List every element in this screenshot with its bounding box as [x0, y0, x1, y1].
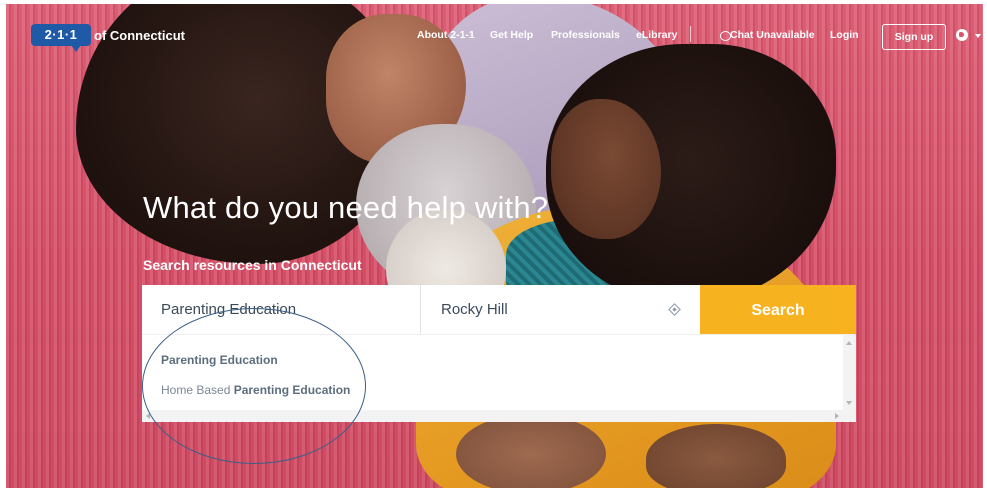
photo-hand-right	[646, 424, 786, 488]
suggestion-match: Parenting Education	[233, 383, 351, 397]
scroll-left-icon[interactable]	[146, 413, 150, 419]
chevron-down-icon[interactable]	[975, 34, 981, 38]
nav-divider	[690, 26, 691, 42]
nav-login[interactable]: Login	[830, 29, 859, 41]
nav-elibrary[interactable]: eLibrary	[636, 29, 677, 41]
photo-face-right	[551, 99, 661, 239]
page-title: What do you need help with?	[143, 190, 549, 225]
nav-get-help[interactable]: Get Help	[490, 29, 533, 41]
scrollbar-corner	[843, 410, 856, 422]
photo-hand-left	[456, 414, 606, 488]
suggestion-dropdown: Parenting Education Home Based Parenting…	[142, 334, 856, 422]
globe-icon[interactable]	[956, 29, 968, 41]
search-subtitle: Search resources in Connecticut	[143, 257, 362, 273]
suggestion-match: Parenting Education	[161, 353, 278, 367]
search-button[interactable]: Search	[700, 285, 856, 334]
logo-badge[interactable]: 2·1·1	[31, 24, 91, 52]
location-input[interactable]: Rocky Hill	[420, 285, 700, 334]
scroll-up-icon[interactable]	[846, 341, 852, 345]
scroll-right-icon[interactable]	[835, 413, 839, 419]
vertical-scrollbar[interactable]	[843, 335, 856, 411]
nav-chat[interactable]: Chat Unavailable	[730, 29, 815, 41]
page: 2·1·1 of Connecticut About 2-1-1 Get Hel…	[0, 0, 987, 491]
search-bar: Rocky Hill Search	[142, 285, 856, 334]
nav-about[interactable]: About 2-1-1	[417, 29, 475, 41]
suggestion-prefix: Home Based	[161, 383, 234, 397]
site-header: 2·1·1 of Connecticut About 2-1-1 Get Hel…	[6, 4, 983, 64]
search-input[interactable]	[142, 285, 420, 334]
scroll-down-icon[interactable]	[846, 401, 852, 405]
signup-button[interactable]: Sign up	[882, 24, 946, 50]
suggestion-item[interactable]: Parenting Education	[161, 353, 278, 367]
nav-professionals[interactable]: Professionals	[551, 29, 620, 41]
logo-text[interactable]: of Connecticut	[94, 28, 185, 43]
suggestion-item[interactable]: Home Based Parenting Education	[161, 383, 350, 397]
horizontal-scrollbar[interactable]	[142, 410, 843, 422]
